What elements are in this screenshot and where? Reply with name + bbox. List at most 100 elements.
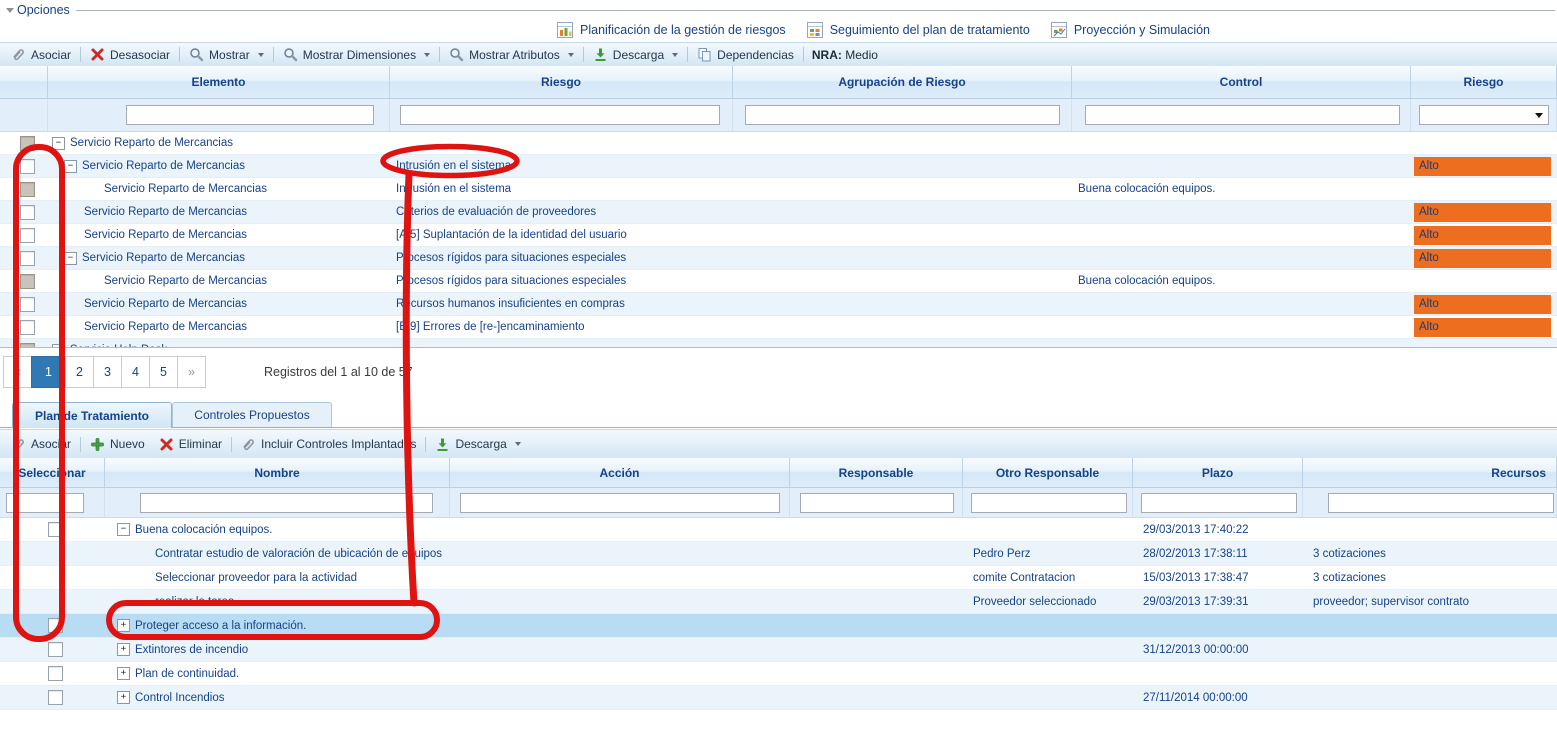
desasociar-button[interactable]: Desasociar xyxy=(83,44,177,66)
plan-descarga-button[interactable]: Descarga xyxy=(428,433,527,455)
riesgo-nivel-filter-select[interactable] xyxy=(1419,105,1549,125)
column-header-seleccionar[interactable]: Seleccionar xyxy=(0,458,105,487)
risk-row-clipped[interactable]: Servicio Help Desk xyxy=(0,339,1557,348)
download-icon xyxy=(593,47,608,62)
page-button-4[interactable]: 4 xyxy=(121,356,150,388)
column-header-responsable[interactable]: Responsable xyxy=(790,458,963,487)
plan-row[interactable]: Control Incendios 27/11/2014 00:00:00 xyxy=(0,686,1557,710)
plazo-filter-input[interactable] xyxy=(1141,493,1297,513)
risk-row[interactable]: Servicio Reparto de Mercancias xyxy=(0,132,1557,155)
plan-row[interactable]: Seleccionar proveedor para la actividad … xyxy=(0,566,1557,590)
column-header-accion[interactable]: Acción xyxy=(450,458,790,487)
collapse-panel-icon[interactable] xyxy=(6,8,14,13)
nav-seguimiento-link[interactable]: Seguimiento del plan de tratamiento xyxy=(806,21,1030,39)
tab-controles-propuestos[interactable]: Controles Propuestos xyxy=(172,402,332,427)
plan-row[interactable]: Extintores de incendio 31/12/2013 00:00:… xyxy=(0,638,1557,662)
riesgo-filter-input[interactable] xyxy=(400,105,720,125)
expand-icon[interactable] xyxy=(52,344,65,349)
column-header-plazo[interactable]: Plazo xyxy=(1133,458,1303,487)
plan-row[interactable]: Contratar estudio de valoración de ubica… xyxy=(0,542,1557,566)
page-button-3[interactable]: 3 xyxy=(93,356,122,388)
nuevo-button[interactable]: Nuevo xyxy=(83,433,152,455)
control-filter-input[interactable] xyxy=(1085,105,1400,125)
plan-row[interactable]: realizar la tarea Proveedor seleccionado… xyxy=(0,590,1557,614)
collapse-icon[interactable] xyxy=(64,160,77,173)
recursos-text: proveedor; supervisor contrato xyxy=(1313,596,1469,608)
column-header-riesgo[interactable]: Riesgo xyxy=(390,66,733,98)
tab-plan-de-tratamiento[interactable]: Plan de Tratamiento xyxy=(12,402,172,428)
options-label[interactable]: Opciones xyxy=(17,3,70,17)
column-header-agrupacion[interactable]: Agrupación de Riesgo xyxy=(733,66,1072,98)
incluir-controles-button[interactable]: Incluir Controles Implantados xyxy=(234,433,423,455)
risk-row[interactable]: Servicio Reparto de Mercancias Procesos … xyxy=(0,247,1557,270)
mostrar-dimensiones-button[interactable]: Mostrar Dimensiones xyxy=(276,44,437,66)
column-header-control[interactable]: Control xyxy=(1072,66,1411,98)
riesgo-text: Procesos rígidos para situaciones especi… xyxy=(396,275,626,287)
column-header-nombre[interactable]: Nombre xyxy=(105,458,450,487)
risk-row[interactable]: Servicio Reparto de Mercancias [E.9] Err… xyxy=(0,316,1557,339)
risk-row[interactable]: Servicio Reparto de Mercancias Recursos … xyxy=(0,293,1557,316)
nav-planificacion-link[interactable]: Planificación de la gestión de riesgos xyxy=(556,21,786,39)
seleccionar-filter-input[interactable] xyxy=(6,493,84,513)
row-checkbox[interactable] xyxy=(20,274,35,289)
page-button-5[interactable]: 5 xyxy=(149,356,178,388)
risk-row[interactable]: Servicio Reparto de Mercancias Criterios… xyxy=(0,201,1557,224)
row-checkbox[interactable] xyxy=(48,690,63,705)
expand-icon[interactable] xyxy=(117,619,130,632)
collapse-icon[interactable] xyxy=(64,252,77,265)
agrupacion-filter-input[interactable] xyxy=(745,105,1060,125)
recursos-filter-input[interactable] xyxy=(1328,493,1554,513)
risk-row[interactable]: Servicio Reparto de Mercancias Intrusión… xyxy=(0,178,1557,201)
page-first-button[interactable]: « xyxy=(3,356,32,388)
nombre-filter-input[interactable] xyxy=(140,493,433,513)
otro-responsable-text: Pedro Perz xyxy=(973,548,1031,560)
row-checkbox[interactable] xyxy=(20,228,35,243)
risk-row[interactable]: Servicio Reparto de Mercancias Intrusión… xyxy=(0,155,1557,178)
row-checkbox[interactable] xyxy=(20,205,35,220)
row-checkbox[interactable] xyxy=(20,320,35,335)
collapse-icon[interactable] xyxy=(52,137,65,150)
mostrar-atributos-button[interactable]: Mostrar Atributos xyxy=(442,44,581,66)
plan-row-selected[interactable]: Proteger acceso a la información. xyxy=(0,614,1557,638)
row-checkbox[interactable] xyxy=(20,297,35,312)
plan-row[interactable]: Plan de continuidad. xyxy=(0,662,1557,686)
mostrar-button[interactable]: Mostrar xyxy=(182,44,271,66)
column-header-elemento[interactable]: Elemento xyxy=(48,66,390,98)
row-checkbox[interactable] xyxy=(20,136,35,151)
row-checkbox[interactable] xyxy=(48,666,63,681)
page-button-1[interactable]: 1 xyxy=(31,356,66,388)
responsable-filter-input[interactable] xyxy=(800,493,954,513)
otro-responsable-filter-input[interactable] xyxy=(971,493,1127,513)
elemento-filter-input[interactable] xyxy=(126,105,374,125)
row-checkbox[interactable] xyxy=(48,618,63,633)
toolbar-separator xyxy=(687,47,688,62)
risk-row[interactable]: Servicio Reparto de Mercancias [A.5] Sup… xyxy=(0,224,1557,247)
dependencias-button[interactable]: Dependencias xyxy=(690,44,801,66)
nra-label: NRA: xyxy=(812,48,842,62)
row-checkbox[interactable] xyxy=(20,159,35,174)
page-next-button[interactable]: » xyxy=(177,356,206,388)
otro-responsable-text: comite Contratacion xyxy=(973,572,1075,584)
desasociar-label: Desasociar xyxy=(110,48,170,62)
page-button-2[interactable]: 2 xyxy=(65,356,94,388)
risk-row[interactable]: Servicio Reparto de Mercancias Procesos … xyxy=(0,270,1557,293)
column-header-riesgo-nivel[interactable]: Riesgo xyxy=(1411,66,1557,98)
row-checkbox[interactable] xyxy=(48,642,63,657)
row-checkbox[interactable] xyxy=(20,343,35,349)
plan-asociar-button[interactable]: Asociar xyxy=(4,433,78,455)
column-header-recursos[interactable]: Recursos xyxy=(1303,458,1557,487)
row-checkbox[interactable] xyxy=(20,182,35,197)
plan-row[interactable]: Buena colocación equipos. 29/03/2013 17:… xyxy=(0,518,1557,542)
eliminar-button[interactable]: Eliminar xyxy=(152,433,229,455)
row-checkbox[interactable] xyxy=(48,522,63,537)
column-header-otro-responsable[interactable]: Otro Responsable xyxy=(963,458,1133,487)
accion-filter-input[interactable] xyxy=(460,493,780,513)
collapse-icon[interactable] xyxy=(117,523,130,536)
row-checkbox[interactable] xyxy=(20,251,35,266)
expand-icon[interactable] xyxy=(117,667,130,680)
expand-icon[interactable] xyxy=(117,643,130,656)
expand-icon[interactable] xyxy=(117,691,130,704)
nav-proyeccion-link[interactable]: Proyección y Simulación xyxy=(1050,21,1210,39)
asociar-button[interactable]: Asociar xyxy=(4,44,78,66)
descarga-button[interactable]: Descarga xyxy=(586,44,685,66)
